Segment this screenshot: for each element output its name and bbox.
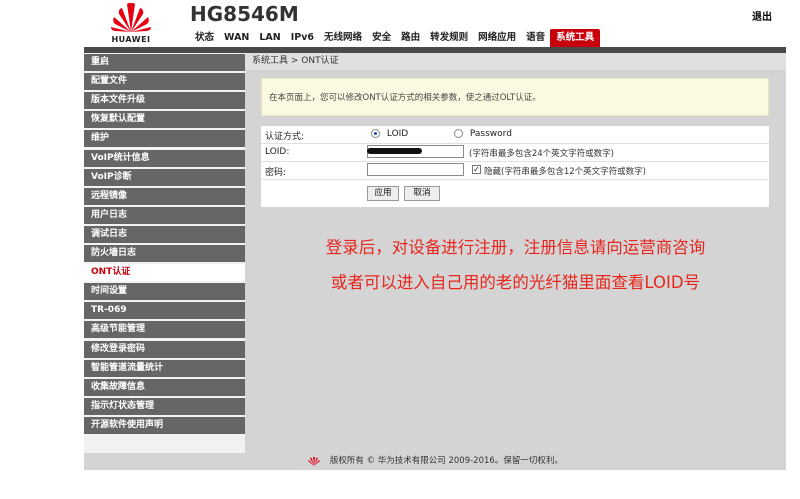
nav-tab-0[interactable]: 状态 (190, 29, 219, 47)
sidebar-item-9[interactable]: 调试日志 (84, 225, 245, 243)
loid-label: LOID: (265, 147, 290, 157)
huawei-flower-icon (111, 2, 151, 32)
sidebar-item-2[interactable]: 版本文件升级 (84, 92, 245, 110)
loid-option-label: LOID (386, 129, 409, 139)
loid-hint: (字符串最多包含24个英文字符或数字) (469, 149, 614, 159)
sidebar: 重启配置文件 版本文件升级 恢复默认配置 维护 VoIP统计信息 VoIP诊断 远程镜像 用户… (84, 53, 245, 453)
nav-tab-6[interactable]: 路由 (396, 29, 425, 47)
sidebar-item-13[interactable]: TR-069 (84, 302, 245, 320)
nav-tab-9[interactable]: 语音 (521, 29, 550, 47)
sidebar-item-7[interactable]: 远程镜像 (84, 187, 245, 205)
nav-tab-7[interactable]: 转发规则 (425, 29, 473, 47)
nav-tab-2[interactable]: LAN (254, 29, 285, 47)
password-row: 密码: ✓ 隐藏(字符串最多包含12个英文字符或数字) (261, 162, 769, 180)
sidebar-item-17[interactable]: 收集故障信息 (84, 378, 245, 396)
info-box: 在本页面上，您可以修改ONT认证方式的相关参数，使之通过OLT认证。 (261, 78, 769, 116)
sidebar-item-12[interactable]: 时间设置 (84, 283, 245, 301)
hide-checkbox[interactable]: ✓ (472, 165, 481, 174)
top-nav: 状态 WAN LAN IPv6 无线网络 安全 路由 转发规则 网络应用 语音 系统工具 (190, 29, 601, 47)
ont-auth-form: 认证方式: LOID Password LOID: (字符串最多包含24个英文字… (261, 126, 769, 207)
auth-mode-row: 认证方式: LOID Password (261, 126, 769, 144)
sidebar-item-15[interactable]: 修改登录密码 (84, 340, 245, 358)
nav-tab-4[interactable]: 无线网络 (319, 29, 367, 47)
sidebar-item-4[interactable]: 维护 (84, 130, 245, 148)
password-option: Password (454, 129, 512, 139)
sidebar-item-1[interactable]: 配置文件 (84, 73, 245, 91)
loid-radio[interactable] (371, 129, 380, 138)
sidebar-item-6[interactable]: VoIP诊断 (84, 168, 245, 186)
sidebar-item-10[interactable]: 防火墙日志 (84, 245, 245, 262)
redaction-mark (367, 148, 422, 154)
main-panel: 系统工具 > ONT认证 在本页面上，您可以修改ONT认证方式的相关参数，使之通… (245, 53, 786, 453)
password-radio[interactable] (454, 129, 463, 138)
apply-button[interactable]: 应用 (367, 186, 399, 201)
sidebar-item-11[interactable]: ONT认证 (84, 264, 245, 282)
breadcrumb: 系统工具 > ONT认证 (245, 53, 786, 70)
nav-tab-3[interactable]: IPv6 (286, 29, 319, 47)
auth-mode-label: 认证方式: (265, 132, 305, 142)
loid-row: LOID: (字符串最多包含24个英文字符或数字) (261, 144, 769, 162)
button-row: 应用 取消 (261, 180, 769, 207)
password-option-label: Password (469, 129, 512, 139)
logout-link[interactable]: 退出 (752, 8, 772, 23)
sidebar-item-3[interactable]: 恢复默认配置 (84, 111, 245, 129)
password-label: 密码: (265, 168, 287, 178)
sidebar-item-19[interactable]: 开源软件使用声明 (84, 416, 245, 434)
page: HUAWEI HG8546M 退出 状态 WAN LAN IPv6 无线网络 安全 路由 转发… (84, 0, 786, 475)
sidebar-item-0[interactable]: 重启 (84, 54, 245, 71)
footer: 版权所有 © 华为技术有限公司 2009-2016。保留一切权利。 (84, 453, 786, 470)
nav-tab-8[interactable]: 网络应用 (473, 29, 521, 47)
sidebar-item-8[interactable]: 用户日志 (84, 206, 245, 224)
copyright-text: 版权所有 © 华为技术有限公司 2009-2016。保留一切权利。 (329, 456, 563, 466)
annotation-line-1: 登录后，对设备进行注册，注册信息请向运营商咨询 (325, 238, 706, 257)
logo-text: HUAWEI (111, 35, 151, 44)
sidebar-item-18[interactable]: 指示灯状态管理 (84, 397, 245, 415)
sidebar-item-5[interactable]: VoIP统计信息 (84, 149, 245, 167)
nav-tab-10[interactable]: 系统工具 (550, 29, 601, 47)
password-input[interactable] (367, 163, 464, 176)
nav-tab-1[interactable]: WAN (219, 29, 254, 47)
footer-huawei-icon (308, 456, 321, 466)
model-name: HG8546M (190, 2, 299, 26)
sidebar-item-16[interactable]: 智能管道流量统计 (84, 359, 245, 377)
sidebar-item-14[interactable]: 高级节能管理 (84, 321, 245, 339)
hide-label: 隐藏(字符串最多包含12个英文字符或数字) (484, 167, 646, 177)
header: HUAWEI HG8546M 退出 状态 WAN LAN IPv6 无线网络 安全 路由 转发… (84, 0, 786, 53)
loid-option: LOID (371, 129, 408, 139)
cancel-button[interactable]: 取消 (404, 186, 440, 201)
annotation-line-2: 或者可以进入自己用的老的光纤猫里面查看LOID号 (330, 273, 701, 292)
huawei-logo: HUAWEI (100, 0, 162, 46)
nav-tab-5[interactable]: 安全 (367, 29, 396, 47)
